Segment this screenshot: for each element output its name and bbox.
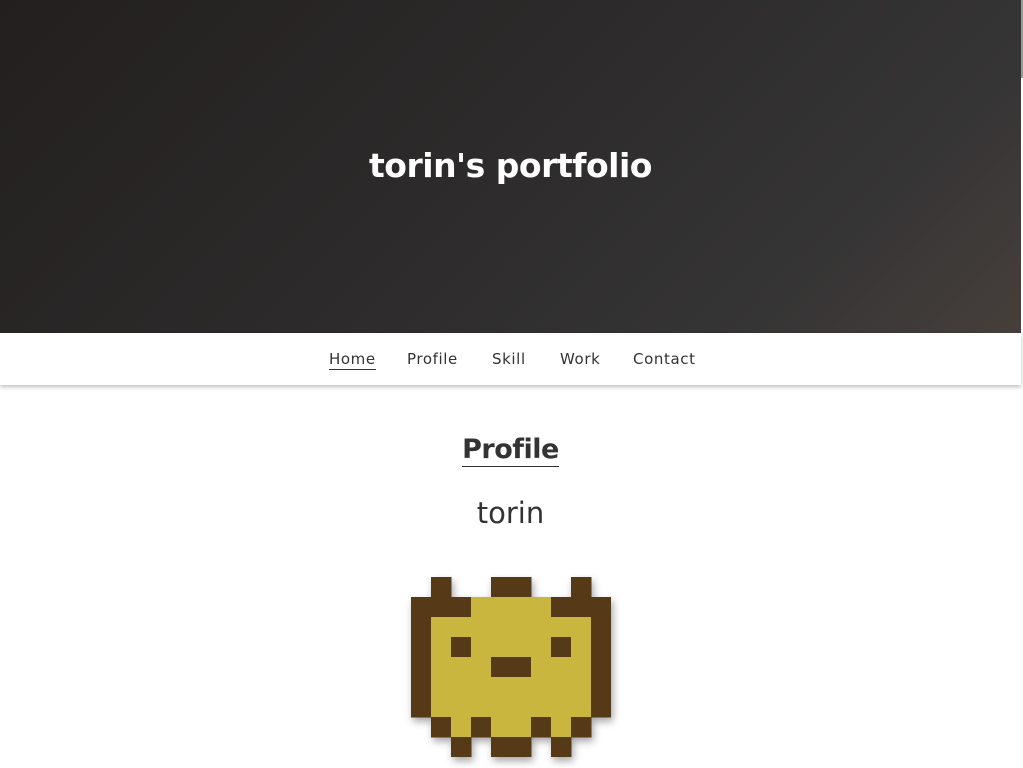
section-heading-text: Profile <box>462 434 559 467</box>
nav-item-profile[interactable]: Profile <box>407 350 458 368</box>
nav-item-skill[interactable]: Skill <box>492 350 526 368</box>
nav-item-work[interactable]: Work <box>560 350 600 368</box>
hero-banner: torin's portfolio <box>0 0 1021 333</box>
main-nav: Home Profile Skill Work Contact <box>0 333 1021 385</box>
site-title: torin's portfolio <box>369 146 652 185</box>
nav-item-contact[interactable]: Contact <box>633 350 696 368</box>
pixel-creature-avatar-icon <box>411 577 611 757</box>
section-heading: Profile <box>0 432 1021 468</box>
profile-name: torin <box>476 496 545 530</box>
nav-item-home[interactable]: Home <box>329 350 376 370</box>
